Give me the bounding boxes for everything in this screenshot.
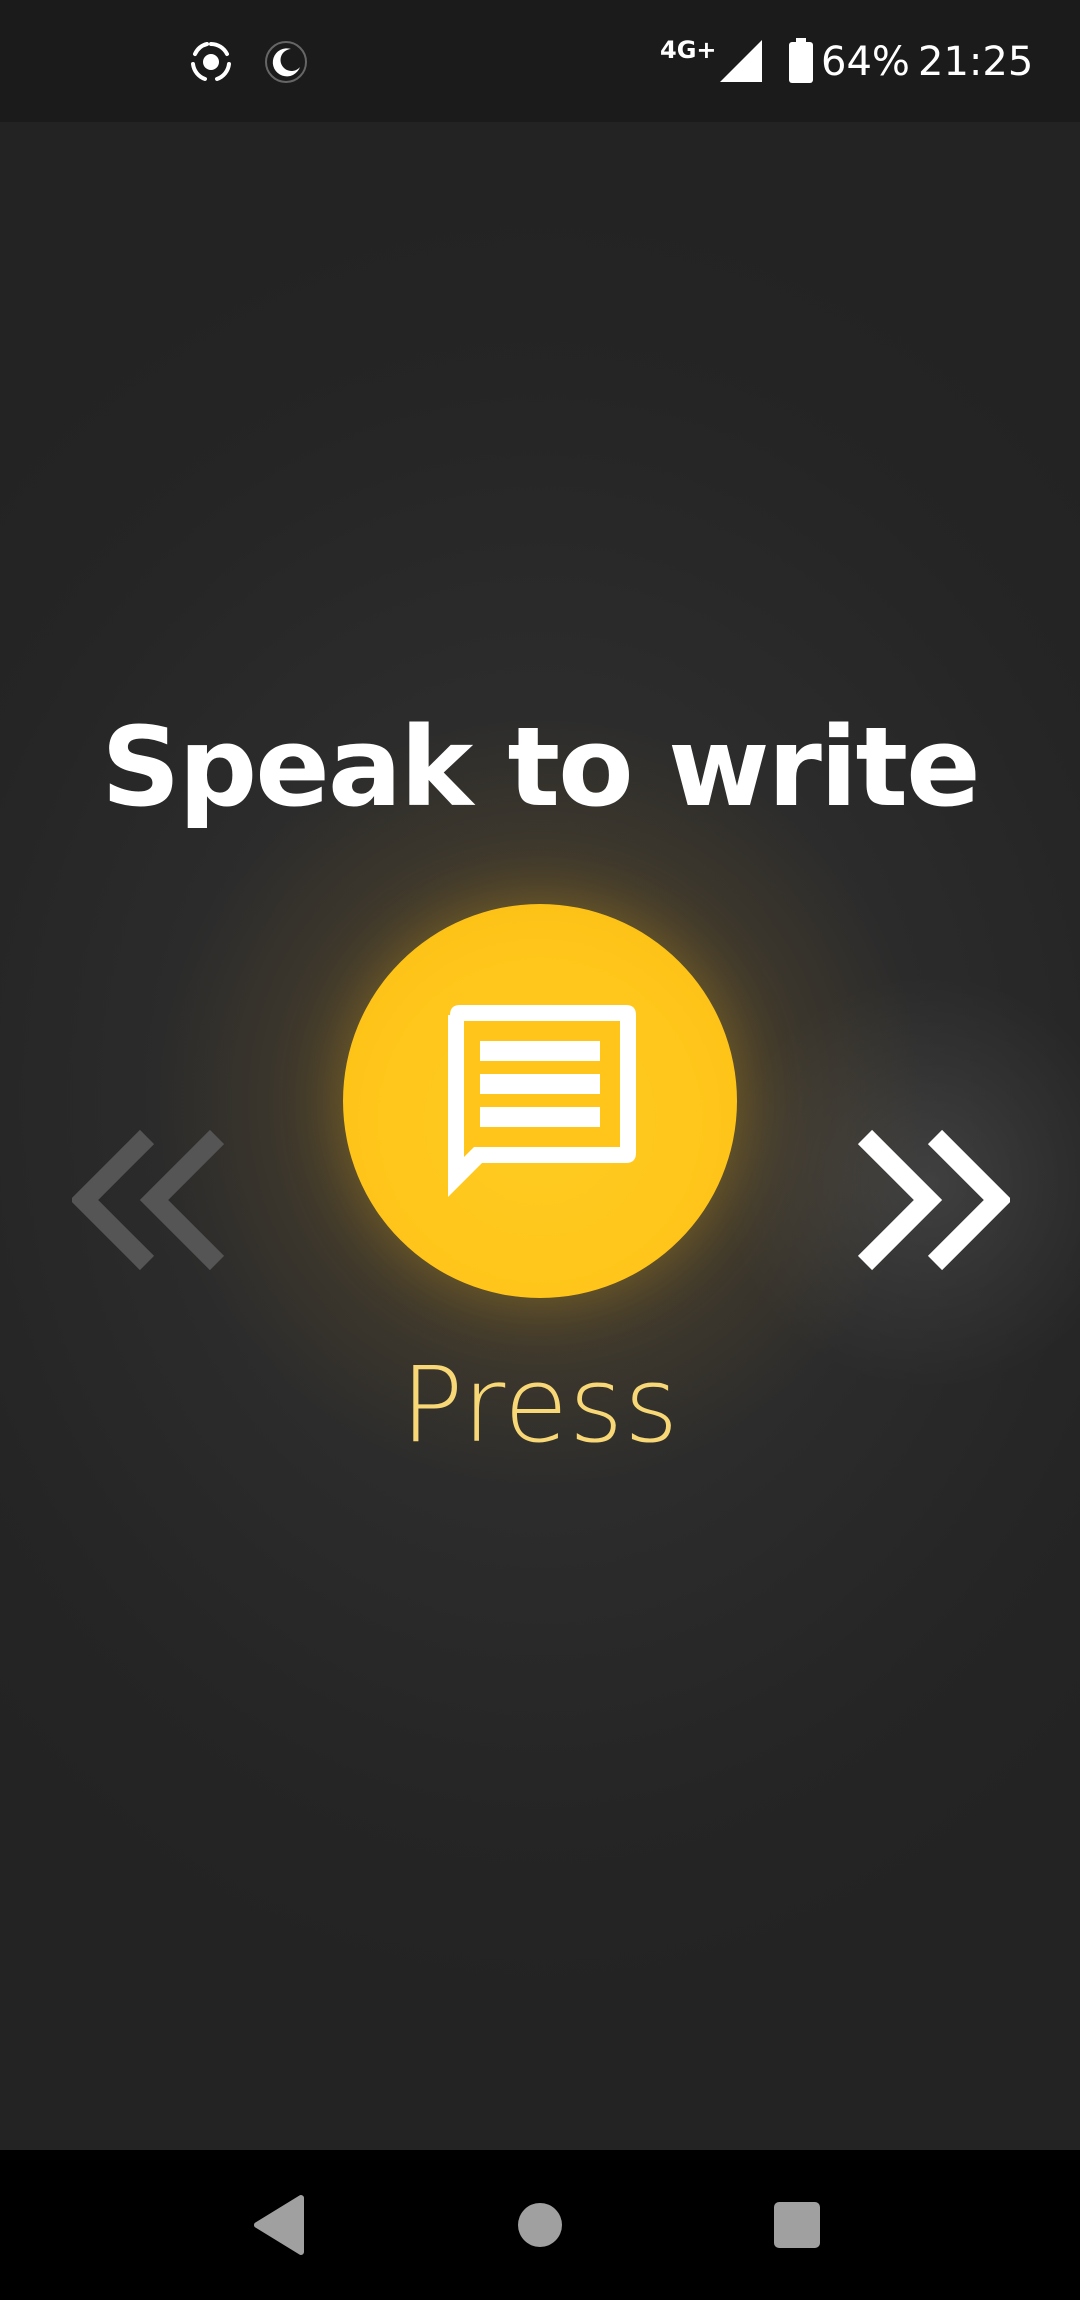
battery-icon — [789, 38, 813, 83]
home-icon[interactable] — [465, 2150, 615, 2300]
double-chevron-right-icon[interactable] — [850, 1122, 1010, 1282]
do-not-disturb-moon-icon — [265, 41, 307, 83]
battery-percent: 64% — [821, 39, 910, 85]
app-screen: 4G+ 64% 21:25 Speak to write Press — [0, 0, 1080, 2300]
clock-time: 21:25 — [918, 39, 1034, 85]
main-content: Speak to write Press — [0, 122, 1080, 2150]
message-lines-icon — [448, 1005, 636, 1197]
cellular-signal-icon — [720, 40, 762, 82]
speak-to-write-button[interactable] — [343, 904, 737, 1298]
navigation-bar — [0, 2150, 1080, 2300]
page-title: Speak to write — [101, 703, 980, 831]
press-label: Press — [400, 1344, 680, 1466]
double-chevron-left-icon[interactable] — [72, 1122, 232, 1282]
status-bar: 4G+ 64% 21:25 — [0, 0, 1080, 122]
back-icon[interactable] — [205, 2150, 355, 2300]
screen-record-icon — [191, 42, 231, 81]
network-type-label: 4G+ — [660, 36, 717, 64]
recents-icon[interactable] — [722, 2150, 872, 2300]
